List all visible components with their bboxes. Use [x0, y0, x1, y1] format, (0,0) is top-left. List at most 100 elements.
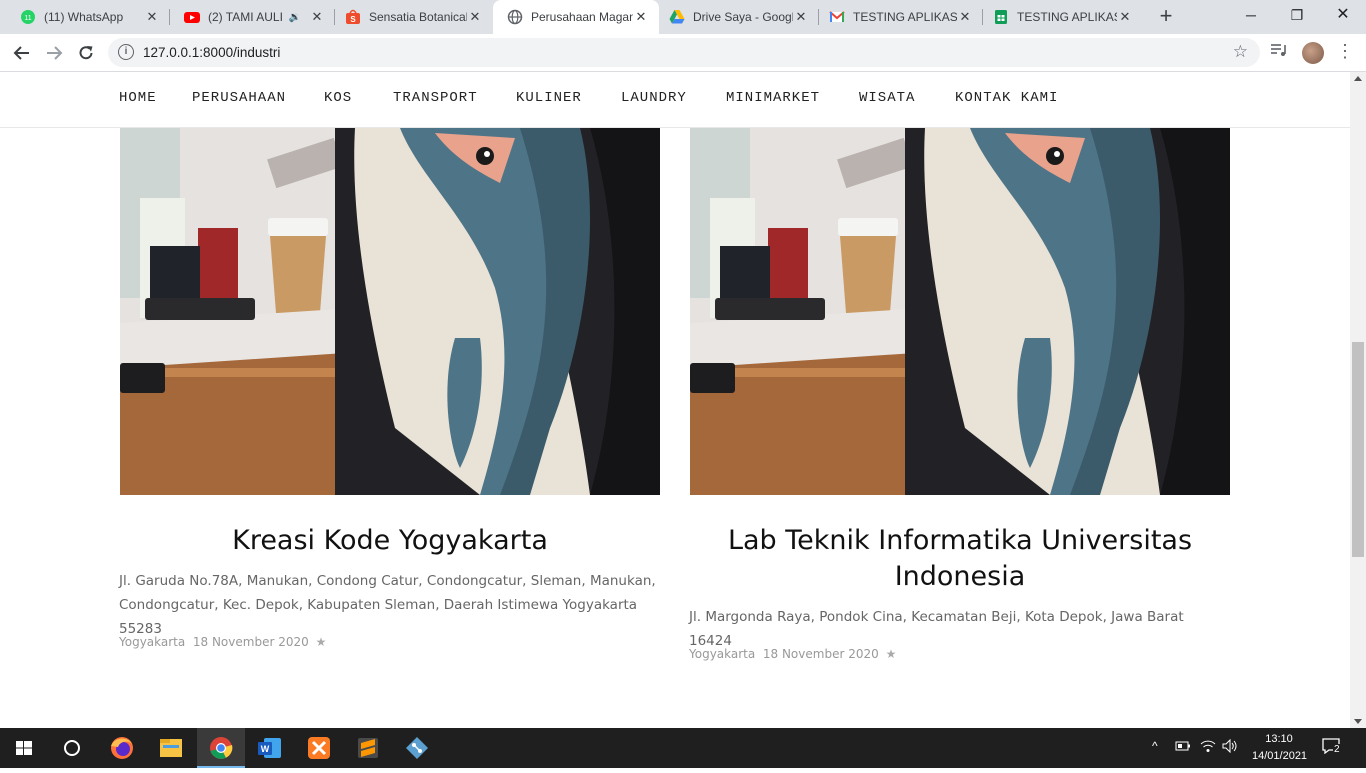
windows-taskbar: W ^ 13:10 14/01/2021 2 [0, 728, 1366, 768]
cortana-button[interactable] [48, 728, 96, 768]
restore-button[interactable]: ❐ [1274, 0, 1320, 34]
page-scrollbar[interactable] [1350, 72, 1366, 728]
battery-icon[interactable] [1175, 739, 1191, 756]
svg-text:S: S [350, 15, 356, 24]
nav-minimarket[interactable]: MINIMARKET [726, 90, 820, 106]
tab-close-icon[interactable]: ✕ [309, 9, 325, 25]
card-title[interactable]: Lab Teknik Informatika Universitas Indon… [690, 523, 1230, 595]
nav-transport[interactable]: TRANSPORT [393, 90, 478, 106]
scroll-down-arrow-icon[interactable] [1354, 719, 1362, 724]
tab-title: Perusahaan Magang [531, 10, 633, 24]
sublime-icon [358, 738, 378, 758]
tab-title: (11) WhatsApp [44, 10, 124, 24]
card-meta: Yogyakarta 18 November 2020 ★ [689, 647, 896, 661]
bookmark-star-icon[interactable]: ☆ [1233, 42, 1248, 62]
tab-close-icon[interactable]: ✕ [793, 9, 809, 25]
tab-title: TESTING APLIKASI [853, 10, 957, 24]
tab-close-icon[interactable]: ✕ [957, 9, 973, 25]
file-explorer-icon [160, 739, 182, 757]
git-icon [406, 737, 428, 759]
tab-shopee[interactable]: S Sensatia Botanicals ✕ [335, 0, 493, 34]
star-icon[interactable]: ★ [886, 647, 897, 661]
nav-kontak-kami[interactable]: KONTAK KAMI [955, 90, 1058, 106]
nav-home[interactable]: HOME [119, 90, 157, 106]
shopee-icon: S [346, 9, 360, 24]
tab-drive[interactable]: Drive Saya - Google ✕ [659, 0, 819, 34]
forward-arrow-icon [47, 46, 63, 60]
clock-time[interactable]: 13:10 [1252, 733, 1306, 745]
window-close-button[interactable]: ✕ [1320, 0, 1366, 34]
card-address: Jl. Garuda No.78A, Manukan, Condong Catu… [119, 573, 656, 637]
tab-close-icon[interactable]: ✕ [1117, 9, 1133, 25]
taskbar-xampp[interactable] [295, 728, 343, 768]
card-address: Jl. Margonda Raya, Pondok Cina, Kecamata… [689, 609, 1184, 649]
show-hidden-icons-chevron-icon[interactable]: ^ [1152, 739, 1158, 753]
tab-close-icon[interactable]: ✕ [144, 9, 160, 25]
minimize-button[interactable]: ─ [1228, 0, 1274, 34]
sheets-icon [995, 10, 1007, 24]
tab-perusahaan-magang[interactable]: Perusahaan Magang ✕ [493, 0, 659, 34]
browser-menu-icon[interactable]: ⋮ [1336, 41, 1354, 62]
taskbar-chrome[interactable] [197, 728, 245, 768]
nav-kos[interactable]: KOS [324, 90, 352, 106]
chrome-icon [210, 737, 233, 759]
tab-close-icon[interactable]: ✕ [633, 9, 649, 25]
tab-gmail[interactable]: TESTING APLIKASI ✕ [819, 0, 983, 34]
site-info-icon[interactable]: i [118, 44, 134, 60]
taskbar-word[interactable]: W [246, 728, 294, 768]
address-bar[interactable]: i 127.0.0.1:8000/industri ☆ [108, 38, 1260, 67]
card-image[interactable] [120, 128, 660, 495]
card-meta: Yogyakarta 18 November 2020 ★ [119, 635, 326, 649]
notification-count: 2 [1333, 744, 1341, 755]
firefox-icon [111, 737, 133, 759]
back-button[interactable] [9, 40, 35, 66]
gmail-icon [829, 11, 845, 22]
nav-laundry[interactable]: LAUNDRY [621, 90, 687, 106]
reload-icon [79, 46, 93, 60]
whatsapp-icon: 11 [21, 10, 35, 24]
tab-sheets[interactable]: TESTING APLIKASI ✕ [983, 0, 1143, 34]
forward-button[interactable] [41, 40, 67, 66]
taskbar-file-explorer[interactable] [147, 728, 195, 768]
tab-close-icon[interactable]: ✕ [467, 9, 483, 25]
media-control-icon[interactable] [1270, 42, 1288, 63]
card-date: 18 November 2020 [762, 647, 879, 661]
scroll-up-arrow-icon[interactable] [1354, 76, 1362, 81]
clock-date[interactable]: 14/01/2021 [1252, 750, 1307, 762]
reload-button[interactable] [73, 40, 99, 66]
taskbar-sublime[interactable] [344, 728, 392, 768]
page-viewport: HOME PERUSAHAAN KOS TRANSPORT KULINER LA… [0, 72, 1350, 728]
site-navbar: HOME PERUSAHAAN KOS TRANSPORT KULINER LA… [0, 72, 1350, 128]
svg-text:11: 11 [24, 15, 31, 22]
tab-title: TESTING APLIKASI [1017, 10, 1117, 24]
tab-youtube[interactable]: (2) TAMI AULI 🔉 ✕ [170, 0, 335, 34]
tab-whatsapp[interactable]: 11 (11) WhatsApp ✕ [0, 0, 170, 34]
notification-center-button[interactable]: 2 [1322, 738, 1346, 758]
browser-tab-strip: 11 (11) WhatsApp ✕ (2) TAMI AULI 🔉 ✕ S S… [0, 0, 1366, 34]
new-tab-button[interactable]: + [1154, 5, 1178, 29]
tab-title: (2) TAMI AULI [208, 10, 283, 24]
search-icon [64, 740, 80, 756]
volume-icon[interactable] [1222, 738, 1238, 756]
nav-perusahaan[interactable]: PERUSAHAAN [192, 90, 286, 106]
taskbar-firefox[interactable] [98, 728, 146, 768]
xampp-icon [308, 737, 330, 759]
svg-text:W: W [261, 744, 270, 754]
card-image[interactable] [690, 128, 1230, 495]
url-text[interactable]: 127.0.0.1:8000/industri [143, 45, 280, 60]
speaker-icon[interactable]: 🔉 [289, 12, 301, 23]
browser-toolbar: i 127.0.0.1:8000/industri ☆ ⋮ [0, 34, 1366, 72]
nav-kuliner[interactable]: KULINER [516, 90, 582, 106]
scrollbar-thumb[interactable] [1352, 342, 1364, 557]
youtube-icon [184, 12, 200, 23]
windows-start-icon [16, 741, 32, 755]
taskbar-git[interactable] [393, 728, 441, 768]
card-date: 18 November 2020 [192, 635, 309, 649]
profile-avatar[interactable] [1302, 42, 1324, 64]
start-button[interactable] [0, 728, 48, 768]
star-icon[interactable]: ★ [316, 635, 327, 649]
wifi-icon[interactable] [1200, 739, 1216, 756]
card-title[interactable]: Kreasi Kode Yogyakarta [120, 523, 660, 559]
nav-wisata[interactable]: WISATA [859, 90, 915, 106]
drive-icon [669, 10, 685, 24]
